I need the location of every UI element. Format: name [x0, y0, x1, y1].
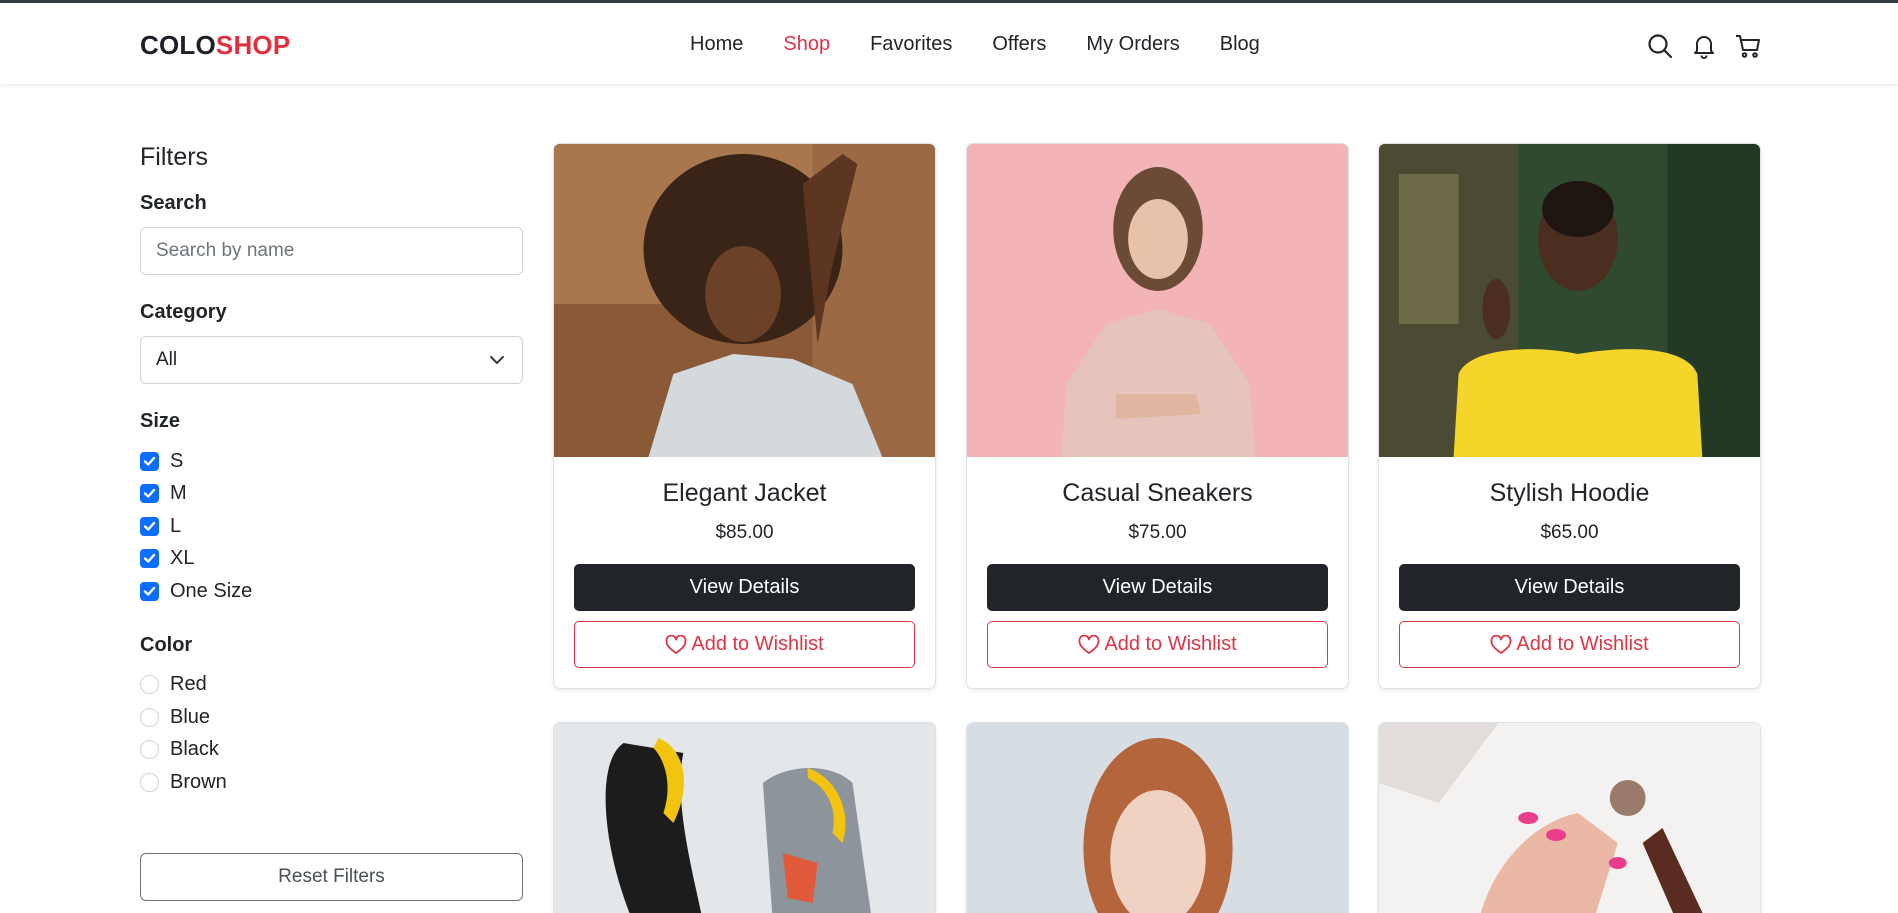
- product-card: Stylish Hoodie $65.00 View Details Add t…: [1378, 143, 1761, 689]
- size-option-l[interactable]: L: [140, 510, 523, 543]
- nav-blog[interactable]: Blog: [1220, 33, 1260, 56]
- nav-shop[interactable]: Shop: [783, 33, 830, 56]
- size-option-s[interactable]: S: [140, 445, 523, 478]
- heart-icon: [1078, 634, 1100, 654]
- nav-favorites[interactable]: Favorites: [870, 33, 952, 56]
- product-card: [1378, 722, 1761, 913]
- add-to-wishlist-button[interactable]: Add to Wishlist: [987, 621, 1328, 668]
- checkbox-checked[interactable]: [140, 484, 159, 504]
- filters-title: Filters: [140, 143, 209, 171]
- size-option-label: M: [170, 482, 187, 505]
- color-option-label: Blue: [170, 705, 211, 728]
- size-option-label: S: [170, 449, 184, 472]
- size-option-label: XL: [170, 547, 195, 570]
- category-label: Category: [140, 301, 227, 323]
- filters-sidebar: Filters Search Category All Size S M L: [140, 143, 523, 901]
- product-price: $75.00: [1128, 522, 1187, 543]
- category-select[interactable]: All: [140, 336, 523, 384]
- search-group: Search: [140, 192, 523, 275]
- product-name[interactable]: Stylish Hoodie: [1379, 479, 1760, 508]
- search-label: Search: [140, 192, 207, 214]
- size-option-one-size[interactable]: One Size: [140, 575, 523, 608]
- checkbox-checked[interactable]: [140, 516, 159, 536]
- add-to-wishlist-button[interactable]: Add to Wishlist: [1399, 621, 1740, 668]
- category-selected-value: All: [156, 349, 178, 370]
- size-option-label: L: [170, 514, 182, 537]
- navbar: COLOSHOP Home Shop Favorites Offers My O…: [0, 3, 1898, 84]
- view-details-button[interactable]: View Details: [987, 564, 1328, 611]
- search-input[interactable]: [140, 227, 523, 275]
- bell-icon[interactable]: [1690, 32, 1718, 60]
- wishlist-label: Add to Wishlist: [691, 633, 824, 655]
- product-name[interactable]: Elegant Jacket: [554, 479, 935, 508]
- brand-logo[interactable]: COLOSHOP: [140, 30, 290, 61]
- size-option-m[interactable]: M: [140, 478, 523, 511]
- nav-my-orders[interactable]: My Orders: [1086, 33, 1179, 56]
- radio-button[interactable]: [140, 675, 159, 695]
- brand-logo-part2: SHOP: [215, 30, 291, 60]
- nav-home[interactable]: Home: [690, 33, 743, 56]
- brand-logo-part1: COLO: [140, 30, 216, 60]
- main-nav: Home Shop Favorites Offers My Orders Blo…: [690, 33, 1300, 56]
- product-image[interactable]: [554, 723, 935, 913]
- radio-button[interactable]: [140, 740, 159, 760]
- search-icon[interactable]: [1646, 32, 1674, 60]
- view-details-button[interactable]: View Details: [1399, 564, 1740, 611]
- color-option-black[interactable]: Black: [140, 734, 523, 767]
- product-price: $65.00: [1540, 522, 1599, 543]
- heart-icon: [665, 634, 687, 654]
- radio-button[interactable]: [140, 772, 159, 792]
- product-card: [966, 722, 1349, 913]
- heart-icon: [1490, 634, 1512, 654]
- product-image[interactable]: [1379, 723, 1760, 913]
- checkbox-checked[interactable]: [140, 451, 159, 471]
- product-card: [553, 722, 936, 913]
- color-group: Color Red Blue Black Brown: [140, 634, 523, 799]
- color-option-label: Brown: [170, 770, 227, 793]
- wishlist-label: Add to Wishlist: [1516, 633, 1649, 655]
- checkbox-checked[interactable]: [140, 581, 159, 601]
- size-label: Size: [140, 410, 181, 432]
- add-to-wishlist-button[interactable]: Add to Wishlist: [574, 621, 915, 668]
- product-card: Elegant Jacket $85.00 View Details Add t…: [553, 143, 936, 689]
- category-group: Category All: [140, 301, 523, 384]
- color-option-red[interactable]: Red: [140, 669, 523, 702]
- size-option-label: One Size: [170, 579, 253, 602]
- size-group: Size S M L XL One Size: [140, 410, 523, 608]
- size-option-xl[interactable]: XL: [140, 543, 523, 576]
- wishlist-label: Add to Wishlist: [1104, 633, 1237, 655]
- color-label: Color: [140, 633, 193, 656]
- nav-offers[interactable]: Offers: [992, 33, 1046, 56]
- cart-icon[interactable]: [1734, 32, 1762, 60]
- color-option-label: Black: [170, 738, 219, 761]
- product-image[interactable]: [967, 144, 1348, 457]
- chevron-down-icon: [488, 351, 506, 369]
- product-name[interactable]: Casual Sneakers: [967, 479, 1348, 508]
- product-image[interactable]: [967, 723, 1348, 913]
- product-card: Casual Sneakers $75.00 View Details Add …: [966, 143, 1349, 689]
- radio-button[interactable]: [140, 707, 159, 727]
- color-option-label: Red: [170, 673, 207, 696]
- product-price: $85.00: [715, 522, 774, 543]
- checkbox-checked[interactable]: [140, 549, 159, 569]
- product-image[interactable]: [554, 144, 935, 457]
- color-option-brown[interactable]: Brown: [140, 766, 523, 799]
- color-option-blue[interactable]: Blue: [140, 701, 523, 734]
- view-details-button[interactable]: View Details: [574, 564, 915, 611]
- reset-filters-button[interactable]: Reset Filters: [140, 852, 523, 901]
- product-image[interactable]: [1379, 144, 1760, 457]
